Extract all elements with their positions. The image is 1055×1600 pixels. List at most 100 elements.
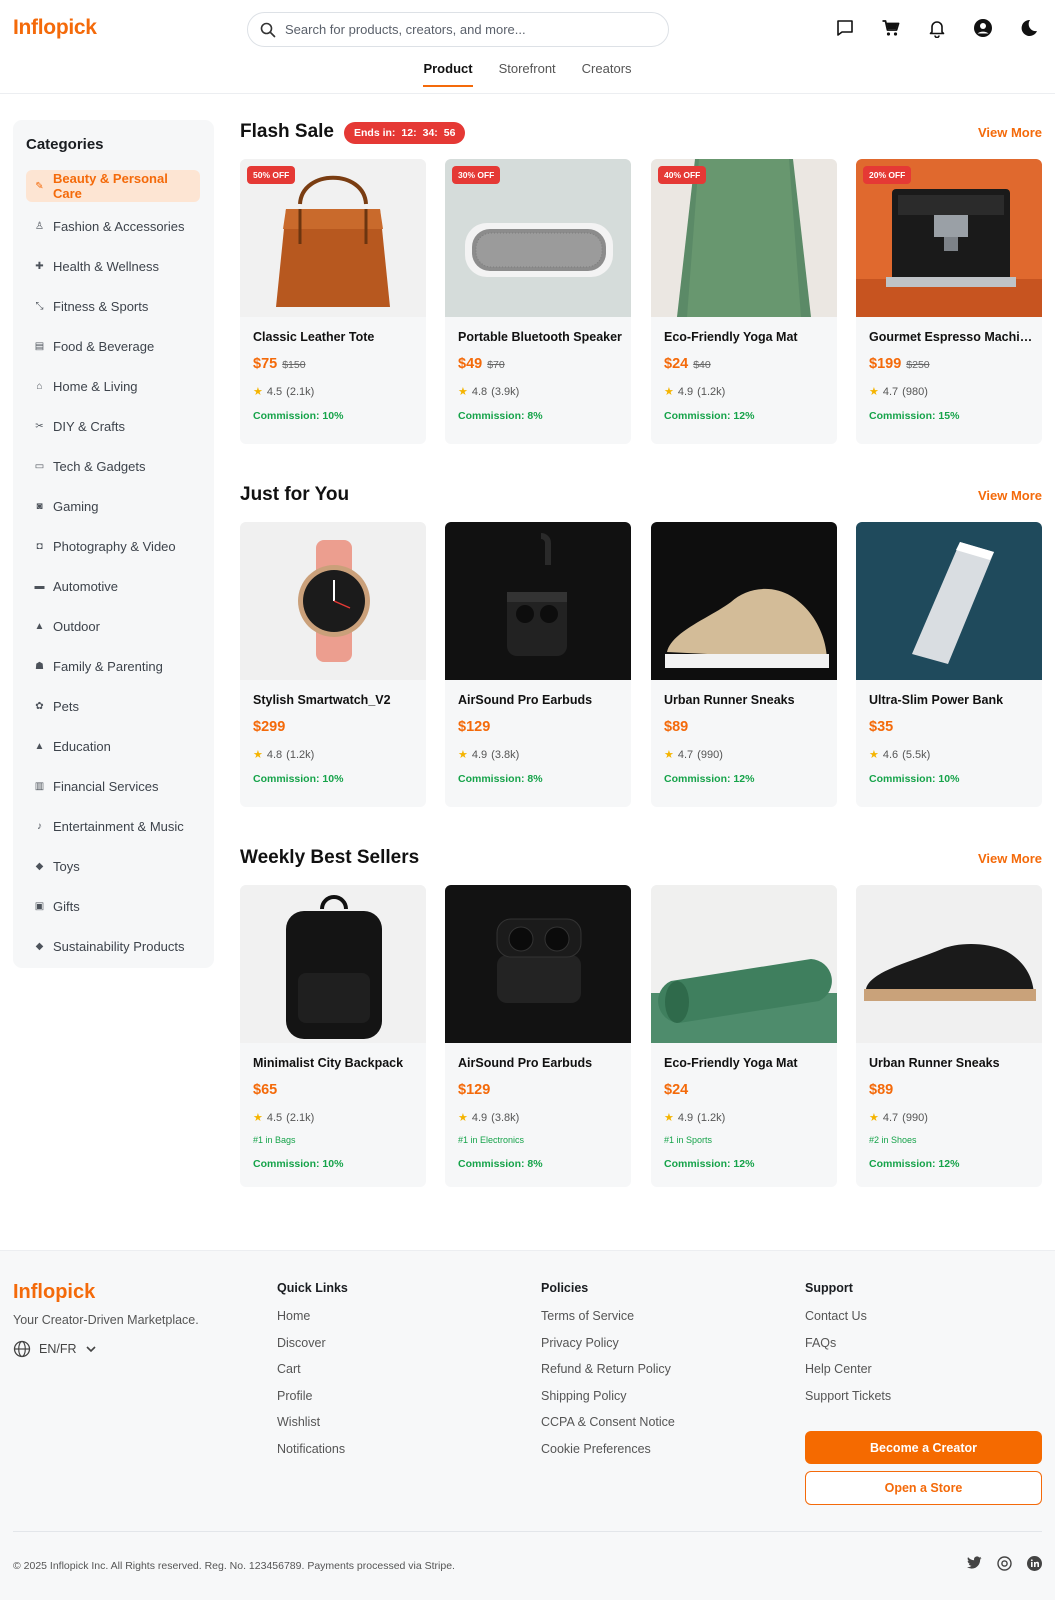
product-name[interactable]: AirSound Pro Earbuds (458, 1056, 623, 1070)
price-row: $129 (458, 719, 490, 735)
linkedin-icon[interactable] (1026, 1555, 1042, 1571)
product-name[interactable]: Classic Leather Tote (253, 330, 418, 344)
sidebar-item-entertainment[interactable]: ♪ Entertainment & Music (26, 810, 200, 842)
product-card[interactable]: 30% OFF Portable Bluetooth Speaker $49 $7… (445, 159, 631, 444)
product-image: 40% OFF (651, 159, 837, 317)
twitter-icon[interactable] (966, 1555, 982, 1571)
product-card[interactable]: 40% OFF Eco-Friendly Yoga Mat $24 $40 ★ 4.… (651, 159, 837, 444)
sidebar-item-fashion[interactable]: ♙ Fashion & Accessories (26, 210, 200, 242)
sidebar-item-toys[interactable]: ◆ Toys (26, 850, 200, 882)
footer-link-tickets[interactable]: Support Tickets (805, 1389, 891, 1416)
chat-icon[interactable] (832, 15, 858, 41)
sidebar-item-label: Sustainability Products (53, 938, 185, 954)
footer-link-privacy[interactable]: Privacy Policy (541, 1336, 675, 1363)
product-name[interactable]: Portable Bluetooth Speaker (458, 330, 623, 344)
sidebar-item-food[interactable]: ▤ Food & Beverage (26, 330, 200, 362)
footer-link-faqs[interactable]: FAQs (805, 1336, 891, 1363)
sidebar-item-home[interactable]: ⌂ Home & Living (26, 370, 200, 402)
footer-link-help[interactable]: Help Center (805, 1362, 891, 1389)
product-name[interactable]: AirSound Pro Earbuds (458, 693, 623, 707)
rating-row: ★ 4.7 (990) (664, 748, 723, 762)
product-card[interactable]: Urban Runner Sneaks $89 ★ 4.7 (990) Commis… (651, 522, 837, 807)
sidebar-item-fitness[interactable]: ⤡ Fitness & Sports (26, 290, 200, 322)
footer-link-shipping[interactable]: Shipping Policy (541, 1389, 675, 1416)
search-icon (260, 22, 276, 37)
footer-link-notifications[interactable]: Notifications (277, 1442, 348, 1469)
footer-link-contact[interactable]: Contact Us (805, 1309, 891, 1336)
sidebar-item-gaming[interactable]: ◙ Gaming (26, 490, 200, 522)
cart-icon[interactable] (878, 15, 904, 41)
price-row: $75 $150 (253, 356, 306, 372)
language-selector[interactable]: EN/FR (13, 1340, 97, 1358)
product-name[interactable]: Urban Runner Sneaks (664, 693, 829, 707)
commission-label: Commission: 15% (869, 410, 960, 422)
search-bar[interactable] (247, 12, 669, 47)
logo[interactable]: Inflopick (13, 16, 97, 40)
flash-view-more-link[interactable]: View More (978, 125, 1042, 140)
footer-link-cookies[interactable]: Cookie Preferences (541, 1442, 675, 1469)
product-name[interactable]: Ultra-Slim Power Bank (869, 693, 1034, 707)
product-name[interactable]: Gourmet Espresso Machine (869, 330, 1034, 344)
account-icon[interactable] (970, 15, 996, 41)
sidebar-item-financial[interactable]: ▥ Financial Services (26, 770, 200, 802)
product-name[interactable]: Eco-Friendly Yoga Mat (664, 330, 829, 344)
instagram-icon[interactable] (996, 1555, 1012, 1571)
product-card[interactable]: 20% OFF Gourmet Espresso Machine $199 $25… (856, 159, 1042, 444)
gifts-icon: ▣ (34, 900, 45, 912)
jfy-view-more-link[interactable]: View More (978, 488, 1042, 503)
product-name[interactable]: Stylish Smartwatch_V2 (253, 693, 418, 707)
sidebar-item-outdoor[interactable]: ▲ Outdoor (26, 610, 200, 642)
sidebar-item-label: Tech & Gadgets (53, 458, 146, 474)
education-icon: ▲ (34, 740, 45, 752)
sidebar-item-automotive[interactable]: ▬ Automotive (26, 570, 200, 602)
sidebar-item-sustainability[interactable]: ◆ Sustainability Products (26, 930, 200, 962)
product-card[interactable]: Ultra-Slim Power Bank $35 ★ 4.6 (5.5k) Com… (856, 522, 1042, 807)
footer-link-ccpa[interactable]: CCPA & Consent Notice (541, 1415, 675, 1442)
rating-row: ★ 4.8 (1.2k) (253, 748, 314, 762)
product-card[interactable]: Stylish Smartwatch_V2 $299 ★ 4.8 (1.2k) Co… (240, 522, 426, 807)
best-view-more-link[interactable]: View More (978, 851, 1042, 866)
tab-storefront[interactable]: Storefront (486, 55, 569, 87)
review-count: (5.5k) (902, 748, 931, 761)
tab-creators[interactable]: Creators (569, 55, 645, 87)
sidebar-item-diy[interactable]: ✂ DIY & Crafts (26, 410, 200, 442)
footer-link-home[interactable]: Home (277, 1309, 348, 1336)
flash-sale-title: Flash Sale (240, 121, 334, 142)
open-store-button[interactable]: Open a Store (805, 1471, 1042, 1505)
review-count: (1.2k) (697, 1111, 726, 1124)
original-price: $150 (282, 359, 306, 371)
footer-link-refund[interactable]: Refund & Return Policy (541, 1362, 675, 1389)
sidebar-item-beauty[interactable]: ✎ Beauty & Personal Care (26, 170, 200, 202)
sidebar-item-pets[interactable]: ✿ Pets (26, 690, 200, 722)
footer-link-cart[interactable]: Cart (277, 1362, 348, 1389)
sidebar-item-label: Financial Services (53, 778, 159, 794)
sidebar-item-tech[interactable]: ▭ Tech & Gadgets (26, 450, 200, 482)
product-card[interactable]: AirSound Pro Earbuds $129 ★ 4.9 (3.8k) #1 … (445, 885, 631, 1187)
product-name[interactable]: Urban Runner Sneaks (869, 1056, 1034, 1070)
sidebar-item-education[interactable]: ▲ Education (26, 730, 200, 762)
sidebar-title: Categories (26, 136, 104, 153)
footer-logo[interactable]: Inflopick (13, 1281, 95, 1304)
rank-label: #1 in Sports (664, 1135, 713, 1145)
bell-icon[interactable] (924, 15, 950, 41)
sidebar-item-gifts[interactable]: ▣ Gifts (26, 890, 200, 922)
become-creator-button[interactable]: Become a Creator (805, 1431, 1042, 1464)
product-card[interactable]: Eco-Friendly Yoga Mat $24 ★ 4.9 (1.2k) #1 … (651, 885, 837, 1187)
footer-link-profile[interactable]: Profile (277, 1389, 348, 1416)
product-card[interactable]: Minimalist City Backpack $65 ★ 4.5 (2.1k) … (240, 885, 426, 1187)
dark-mode-icon[interactable] (1016, 15, 1042, 41)
product-name[interactable]: Minimalist City Backpack (253, 1056, 418, 1070)
footer-link-terms[interactable]: Terms of Service (541, 1309, 675, 1336)
product-card[interactable]: AirSound Pro Earbuds $129 ★ 4.9 (3.8k) Com… (445, 522, 631, 807)
product-card[interactable]: 50% OFF Classic Leather Tote $75 $150 ★ 4.… (240, 159, 426, 444)
product-name[interactable]: Eco-Friendly Yoga Mat (664, 1056, 829, 1070)
footer-link-discover[interactable]: Discover (277, 1336, 348, 1363)
sidebar-item-photography[interactable]: ◘ Photography & Video (26, 530, 200, 562)
search-input[interactable] (285, 22, 645, 37)
tab-product[interactable]: Product (410, 55, 485, 87)
sidebar-item-health[interactable]: ✚ Health & Wellness (26, 250, 200, 282)
product-card[interactable]: Urban Runner Sneaks $89 ★ 4.7 (990) #2 in … (856, 885, 1042, 1187)
footer-link-wishlist[interactable]: Wishlist (277, 1415, 348, 1442)
sidebar-item-family[interactable]: ☗ Family & Parenting (26, 650, 200, 682)
sidebar-item-label: Pets (53, 698, 80, 714)
